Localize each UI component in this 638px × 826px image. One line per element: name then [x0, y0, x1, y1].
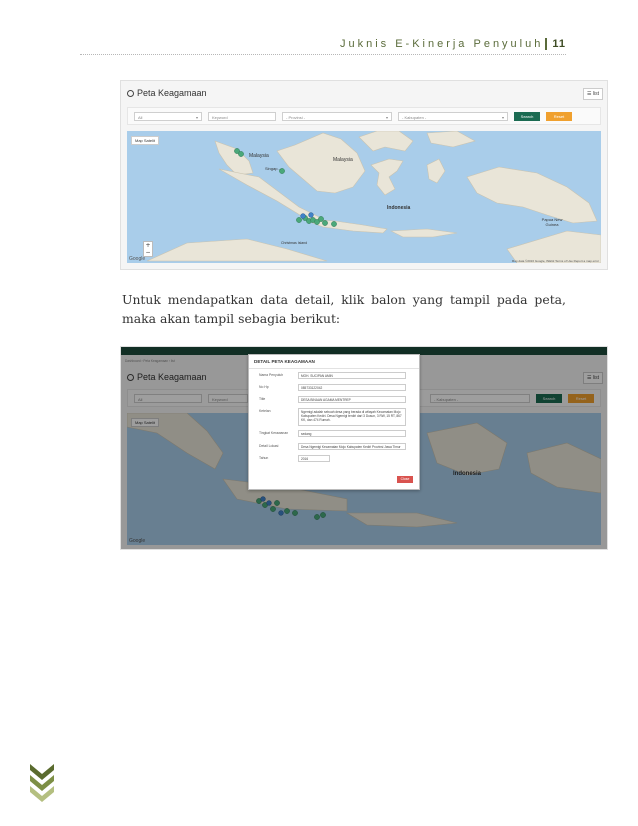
- page-number: 11: [552, 38, 566, 50]
- modal-title: DETAIL PETA KEAGAMAAN: [249, 355, 419, 369]
- panel-title: Peta Keagamaan: [137, 88, 207, 98]
- body-paragraph: Untuk mendapatkan data detail, klik balo…: [122, 292, 566, 326]
- map-label-christmas: Christmas Island: [281, 241, 308, 245]
- field-value[interactable]: MOH. SUCIPAN AMIN: [298, 372, 406, 379]
- map-label-png: Papua New Guinea: [541, 217, 563, 227]
- zoom-in-button[interactable]: +: [144, 242, 152, 249]
- field-label: Nama Penyuluh: [259, 373, 284, 377]
- map-label-indonesia: Indonesia: [387, 205, 411, 211]
- field-value[interactable]: DESA BINAAN AGAMA MENTREP: [298, 396, 406, 403]
- detail-modal: DETAIL PETA KEAGAMAAN Nama Penyuluh MOH.…: [248, 354, 420, 490]
- regency-select-value: - Kabupaten -: [402, 114, 427, 120]
- chevron-down-icon: ▾: [501, 114, 504, 120]
- zoom-control: + −: [143, 241, 153, 257]
- field-value[interactable]: sedang: [298, 430, 406, 437]
- keyword-input[interactable]: Keyword: [208, 111, 276, 121]
- close-button[interactable]: Close: [397, 476, 413, 483]
- circle-arrow-icon: [127, 89, 134, 97]
- map-land-svg: [146, 131, 601, 263]
- field-label: Ketelan: [259, 409, 271, 413]
- zoom-out-button[interactable]: −: [144, 249, 152, 256]
- regency-select[interactable]: - Kabupaten - ▾: [398, 111, 508, 121]
- province-select-value: - Provinsi -: [286, 114, 306, 120]
- field-label: No Hp: [259, 385, 269, 389]
- header-divider: [545, 38, 548, 50]
- province-select[interactable]: - Provinsi - ▾: [282, 111, 392, 121]
- filter-bar: All ▾ Keyword - Provinsi - ▾ - Kabupaten -…: [127, 107, 601, 125]
- type-select-value: All: [138, 114, 143, 120]
- field-label: Detail Lokasi: [259, 444, 279, 448]
- field-label: Title: [259, 397, 266, 401]
- map-label-malaysia-east: Malaysia: [333, 157, 353, 163]
- chevron-down-icon: ▾: [385, 114, 388, 120]
- field-value[interactable]: Desa Ngemigi Kecamatan Mojo Kabupaten Ke…: [298, 443, 406, 450]
- panel-title-bar: Peta Keagamaan ☰ list: [121, 83, 607, 103]
- map-attribution: Map data ©2016 Google, INEGI Terms of Us…: [511, 259, 599, 263]
- reset-button[interactable]: Reset: [546, 111, 572, 121]
- type-select[interactable]: All ▾: [134, 111, 202, 121]
- document-title: Juknis E-Kinerja Penyuluh: [339, 38, 544, 50]
- search-button[interactable]: Search: [514, 111, 540, 121]
- google-logo: Google: [129, 256, 146, 262]
- field-value[interactable]: Ngemigi adalah sebuah desa yang berada d…: [298, 408, 406, 426]
- map-label-singapore: Singap...: [265, 166, 281, 171]
- header-rule: [80, 54, 566, 55]
- field-label: Tingkat Kerawanan: [259, 431, 289, 435]
- field-label: Tahun: [259, 456, 269, 460]
- field-value[interactable]: 085733122042: [298, 384, 406, 391]
- page-header: Juknis E-Kinerja Penyuluh 11: [340, 38, 566, 50]
- keyword-placeholder: Keyword: [212, 114, 228, 120]
- map-label-malaysia: Malaysia: [249, 153, 269, 159]
- screenshot-detail-peta: Dashboard › Peta Keagamaan › list Peta K…: [120, 346, 608, 550]
- chevron-down-icon: ▾: [195, 114, 198, 120]
- map-type-toggle[interactable]: Map Satelit: [131, 136, 160, 145]
- field-value[interactable]: 2016: [298, 455, 330, 462]
- list-menu-button[interactable]: ☰ list: [583, 88, 603, 100]
- map-view[interactable]: Map Satelit Malaysia Malaysia Singap... …: [127, 131, 601, 263]
- screenshot-peta-keagamaan: Peta Keagamaan ☰ list All ▾ Keyword - Pro…: [120, 80, 608, 270]
- chevron-down-decoration-icon: [30, 764, 54, 802]
